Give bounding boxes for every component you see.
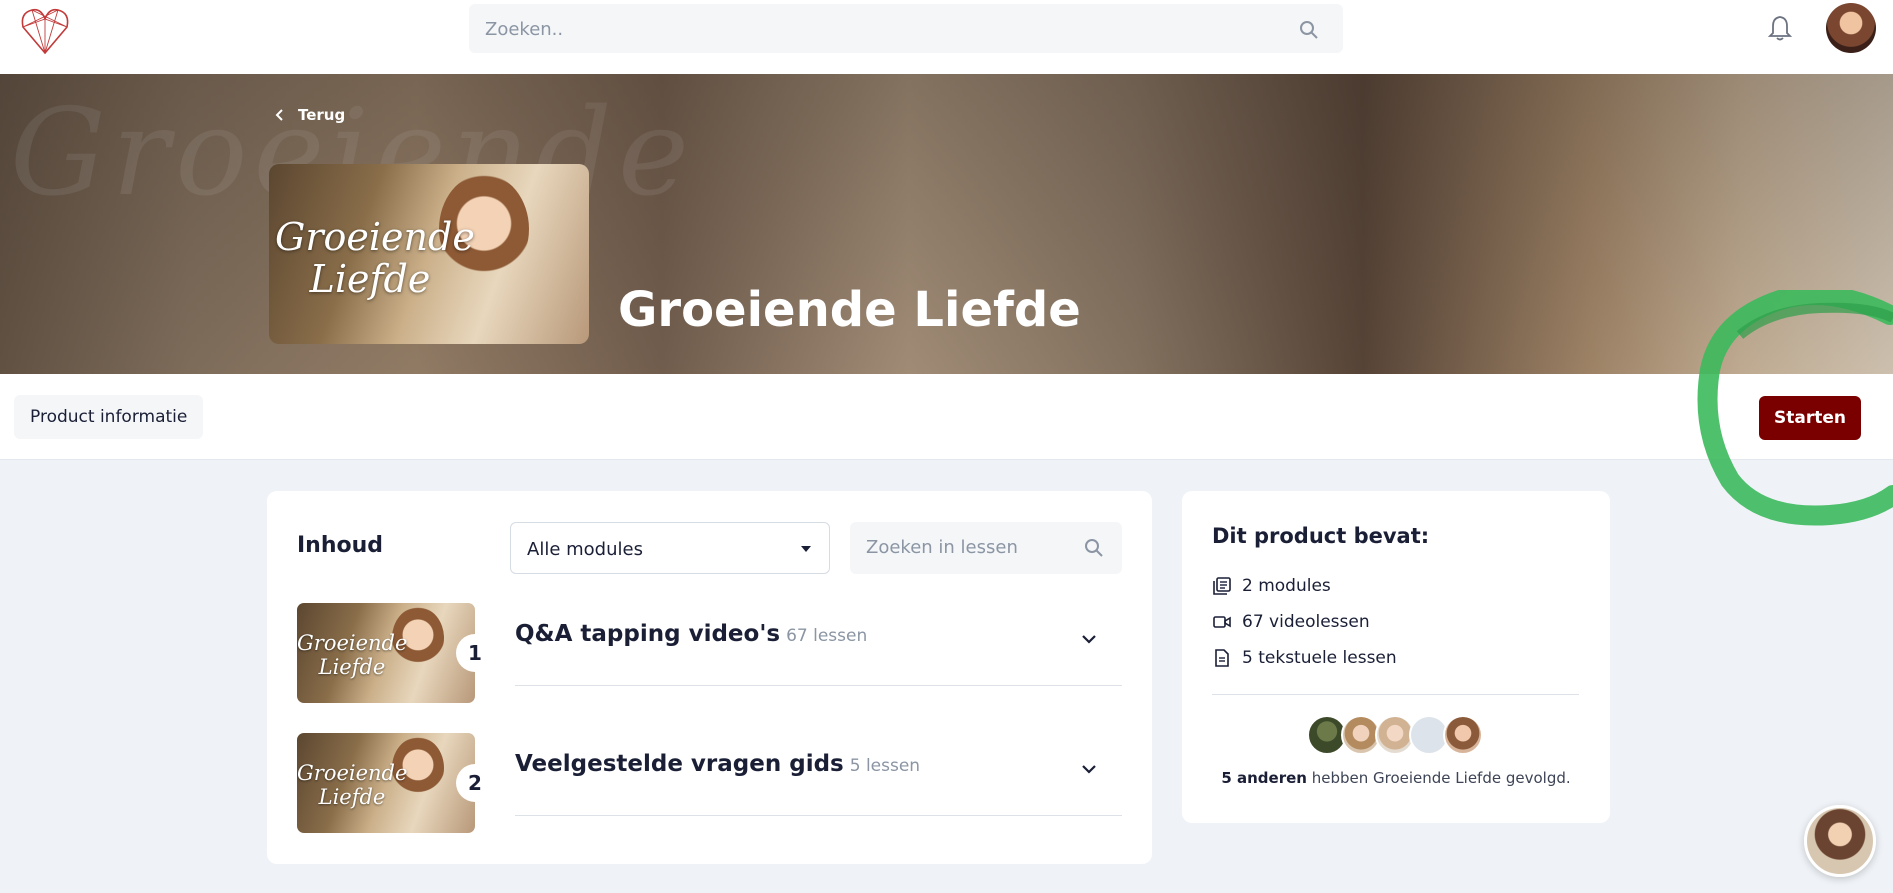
module-filter-value: Alle modules: [527, 539, 643, 560]
follower-avatar: [1443, 715, 1483, 755]
search-icon: [1300, 21, 1318, 39]
summary-item-videos: 67 videolessen: [1212, 612, 1370, 632]
module-filter-select[interactable]: Alle modules: [510, 522, 830, 574]
cover-text: Groeiende Liefde: [275, 215, 475, 301]
heart-logo-icon[interactable]: [18, 5, 72, 57]
caret-down-icon: [801, 546, 811, 552]
document-icon: [1215, 649, 1229, 667]
lesson-search-input[interactable]: Zoeken in lessen: [850, 522, 1122, 574]
product-cover-image: Groeiende Liefde: [269, 164, 589, 344]
summary-item-modules: 2 modules: [1212, 576, 1331, 596]
followers-count: 5 anderen: [1221, 769, 1307, 787]
chevron-down-icon[interactable]: [1081, 763, 1097, 775]
back-label: Terug: [298, 106, 346, 124]
module-number-badge: 2: [456, 764, 494, 802]
start-button[interactable]: Starten: [1759, 396, 1861, 440]
chevron-down-icon[interactable]: [1081, 633, 1097, 645]
module-lesson-count: 5 lessen: [849, 756, 921, 776]
module-row[interactable]: Groeiende Liefde 2 Veelgestelde vragen g…: [297, 733, 1122, 833]
follower-avatars: [1307, 715, 1483, 755]
summary-item-label: 2 modules: [1242, 576, 1331, 596]
top-navigation: Zoeken..: [0, 0, 1893, 74]
user-avatar[interactable]: [1826, 3, 1876, 53]
page-title: Groeiende Liefde: [618, 282, 1081, 338]
content-card: Inhoud Alle modules Zoeken in lessen Gro…: [267, 491, 1152, 864]
module-number-badge: 1: [456, 634, 494, 672]
search-icon: [1085, 539, 1103, 557]
summary-divider: [1212, 694, 1579, 695]
summary-item-label: 67 videolessen: [1242, 612, 1370, 632]
followers-text: 5 anderen hebben Groeiende Liefde gevolg…: [1182, 769, 1610, 787]
module-title-text: Q&A tapping video's: [515, 621, 781, 647]
video-icon: [1213, 616, 1231, 628]
chevron-left-icon: [275, 109, 283, 121]
module-row[interactable]: Groeiende Liefde 1 Q&A tapping video's 67…: [297, 603, 1122, 703]
summary-item-text-lessons: 5 tekstuele lessen: [1212, 648, 1397, 668]
module-thumbnail: Groeiende Liefde: [297, 733, 475, 833]
product-hero: Groeiende Terug Groeiende Liefde Groeien…: [0, 74, 1893, 374]
back-link[interactable]: Terug: [274, 106, 345, 124]
chat-avatar-button[interactable]: [1804, 805, 1876, 877]
module-title: Veelgestelde vragen gids 5 lessen: [515, 751, 920, 777]
module-title: Q&A tapping video's 67 lessen: [515, 621, 867, 647]
module-thumbnail: Groeiende Liefde: [297, 603, 475, 703]
product-summary-card: Dit product bevat: 2 modules 67 videoles…: [1182, 491, 1610, 823]
summary-title: Dit product bevat:: [1212, 524, 1430, 548]
content-heading: Inhoud: [297, 533, 384, 558]
module-divider: [515, 685, 1122, 686]
product-subbar: Product informatie Starten: [0, 374, 1893, 460]
thumbnail-text: Groeiende Liefde: [297, 631, 408, 679]
tab-product-informatie[interactable]: Product informatie: [14, 395, 204, 439]
module-title-text: Veelgestelde vragen gids: [515, 751, 844, 777]
summary-item-label: 5 tekstuele lessen: [1242, 648, 1397, 668]
thumbnail-text: Groeiende Liefde: [297, 761, 408, 809]
lesson-search-placeholder: Zoeken in lessen: [866, 537, 1018, 558]
module-lesson-count: 67 lessen: [786, 626, 868, 646]
search-placeholder: Zoeken..: [485, 19, 564, 40]
module-divider: [515, 815, 1122, 816]
search-input[interactable]: Zoeken..: [469, 4, 1343, 53]
modules-icon: [1213, 577, 1231, 595]
followers-rest: hebben Groeiende Liefde gevolgd.: [1306, 769, 1571, 787]
bell-icon[interactable]: [1768, 14, 1792, 42]
